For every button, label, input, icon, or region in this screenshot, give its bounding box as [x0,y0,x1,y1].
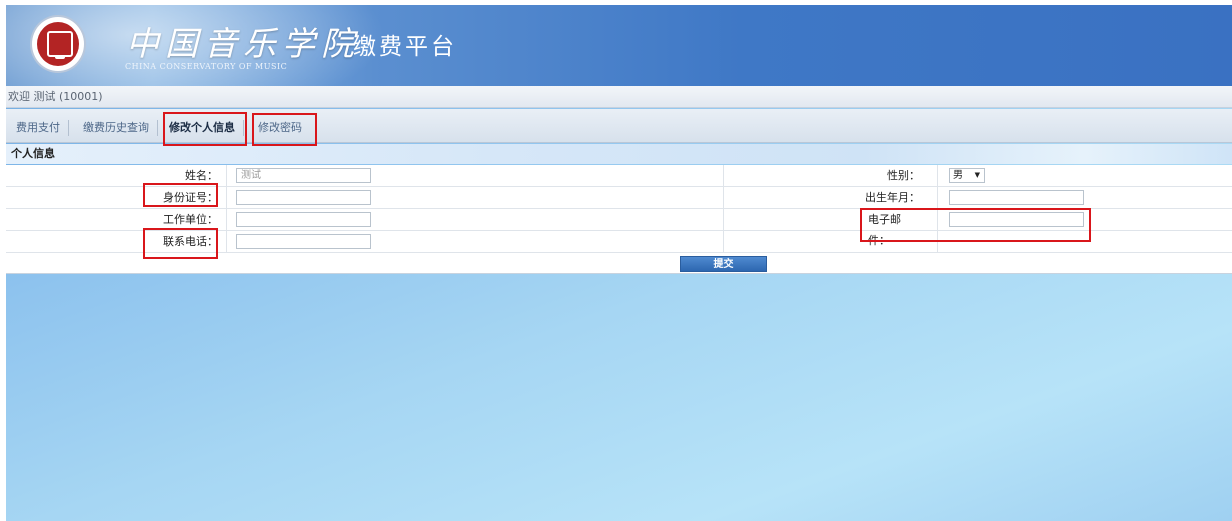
platform-title: 缴费平台 [353,34,457,60]
id-number-label: 身份证号： [163,191,218,204]
work-unit-label: 工作单位： [163,213,218,226]
logo-english-name: CHINA CONSERVATORY OF MUSIC [125,62,288,71]
gender-value: 男 [953,170,963,181]
dropdown-arrow-icon: ▼ [974,171,980,179]
page-frame: 中国音乐学院 CHINA CONSERVATORY OF MUSIC 缴费平台 … [6,5,1232,521]
work-unit-input[interactable] [236,212,371,227]
section-title: 个人信息 [6,144,1232,164]
email-label: 电子邮件： [868,213,901,247]
profile-form: 姓名： 测试 身份证号： 工作单位： 联系电话： 性别： 男 ▼ 出生年月： 电… [6,165,1232,274]
welcome-bar: 欢迎 测试 (10001) [6,86,1232,108]
id-number-input[interactable] [236,190,371,205]
tab-fee-payment[interactable]: 费用支付 [12,117,69,139]
tab-payment-history[interactable]: 缴费历史查询 [79,117,158,139]
logo-chinese-name: 中国音乐学院 [126,24,360,63]
submit-button[interactable]: 提交 [680,256,767,272]
name-label: 姓名： [185,169,218,182]
gender-select[interactable]: 男 ▼ [949,168,985,183]
school-seal-logo [30,15,86,73]
submit-row: 提交 [6,253,1232,274]
tab-change-password[interactable]: 修改密码 [254,117,306,139]
email-input[interactable] [949,212,1084,227]
tab-bar: 费用支付 缴费历史查询 修改个人信息 修改密码 [6,109,1232,143]
birth-date-label: 出生年月： [865,191,920,204]
tab-edit-profile[interactable]: 修改个人信息 [165,117,244,139]
gender-label: 性别： [887,169,920,182]
header-banner: 中国音乐学院 CHINA CONSERVATORY OF MUSIC 缴费平台 [6,5,1232,86]
phone-label: 联系电话： [163,235,218,248]
phone-input[interactable] [236,234,371,249]
name-input[interactable]: 测试 [236,168,371,183]
birth-date-input[interactable] [949,190,1084,205]
